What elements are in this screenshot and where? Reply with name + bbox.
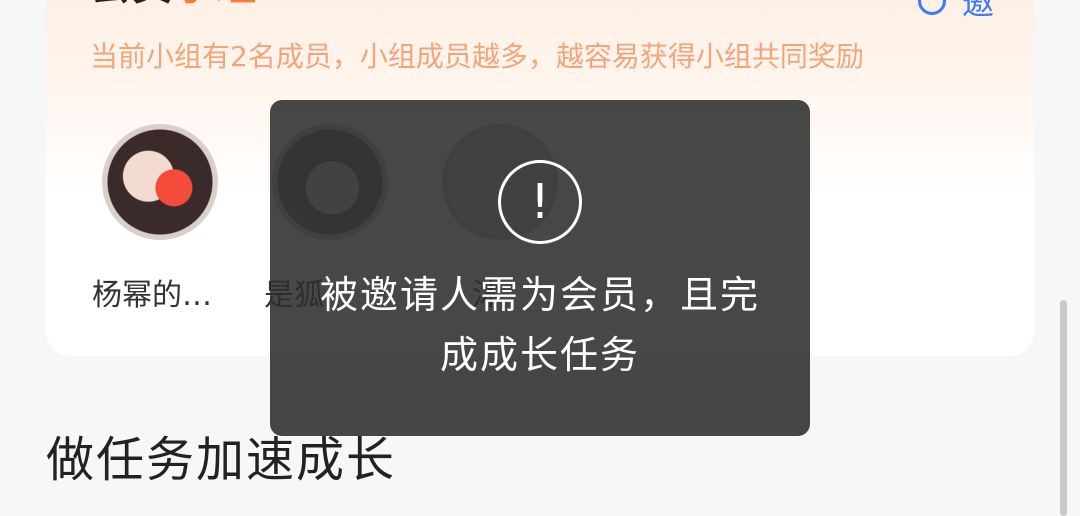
- invite-icon: [917, 0, 946, 15]
- toast-message: 被邀请人需为会员，且完成成长任务: [319, 273, 760, 377]
- group-card-title: 会员小组: [90, 0, 258, 10]
- exclamation-circle-icon: !: [498, 160, 582, 244]
- avatar: [102, 124, 218, 240]
- group-title-accent: 小组: [174, 0, 258, 9]
- group-card-subtitle: 当前小组有2名成员，小组成员越多，越容易获得小组共同奖励: [90, 40, 864, 73]
- member-item[interactable]: 杨幂的…: [92, 124, 242, 313]
- invite-label: 邀: [961, 0, 994, 22]
- invite-link[interactable]: 邀: [917, 0, 994, 24]
- member-name: 杨幂的…: [92, 278, 212, 313]
- vertical-scrollbar[interactable]: [1060, 300, 1067, 516]
- group-title-prefix: 会员: [90, 0, 174, 9]
- toast-dialog: ! 被邀请人需为会员，且完成成长任务: [270, 100, 810, 436]
